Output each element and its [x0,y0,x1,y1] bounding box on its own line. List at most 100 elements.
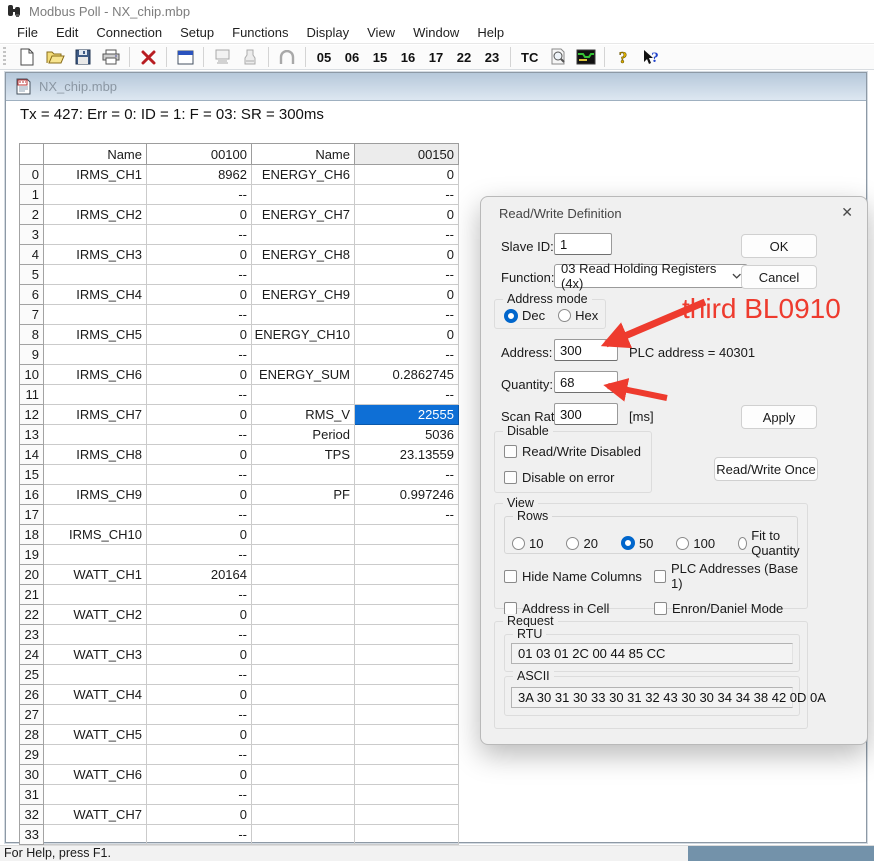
grid-cell[interactable]: ENERGY_SUM [252,365,355,385]
row-header-cell[interactable]: 17 [20,505,44,525]
radio-fit-to-quantity[interactable]: Fit to Quantity [738,528,803,558]
grid-cell[interactable]: WATT_CH3 [44,645,147,665]
grid-cell[interactable] [44,505,147,525]
grid-cell[interactable] [252,685,355,705]
help-icon[interactable]: ? [612,46,634,68]
grid-cell[interactable] [252,185,355,205]
grid-cell[interactable]: 0 [147,725,252,745]
grid-cell[interactable] [355,825,459,845]
grid-cell[interactable]: -- [355,265,459,285]
row-header-cell[interactable]: 12 [20,405,44,425]
row-header-cell[interactable]: 24 [20,645,44,665]
menu-item-edit[interactable]: Edit [47,23,87,42]
row-header-cell[interactable]: 22 [20,605,44,625]
grid-cell[interactable] [44,425,147,445]
grid-cell[interactable]: 0 [147,205,252,225]
grid-cell[interactable]: 8962 [147,165,252,185]
row-header-cell[interactable]: 1 [20,185,44,205]
grid-cell[interactable]: -- [355,465,459,485]
grid-cell[interactable]: 0 [147,485,252,505]
grid-cell[interactable]: 0 [147,645,252,665]
display-definition-icon[interactable] [174,46,196,68]
menu-item-connection[interactable]: Connection [87,23,171,42]
grid-cell[interactable]: 0 [147,525,252,545]
grid-cell[interactable]: IRMS_CH8 [44,445,147,465]
grid-cell[interactable]: IRMS_CH2 [44,205,147,225]
grid-cell[interactable] [355,805,459,825]
row-header-cell[interactable]: 0 [20,165,44,185]
grid-cell[interactable]: WATT_CH4 [44,685,147,705]
row-header-cell[interactable]: 18 [20,525,44,545]
grid-cell[interactable] [44,465,147,485]
grid-cell[interactable]: 0.2862745 [355,365,459,385]
grid-cell[interactable]: 0 [355,325,459,345]
grid-cell[interactable] [252,345,355,365]
grid-cell[interactable]: IRMS_CH3 [44,245,147,265]
radio-20[interactable]: 20 [566,528,597,558]
function-15-button[interactable]: 15 [369,50,391,65]
toolbar-grip[interactable] [3,47,6,67]
grid-cell[interactable]: 23.13559 [355,445,459,465]
grid-cell[interactable] [44,625,147,645]
grid-cell[interactable] [44,185,147,205]
row-header-cell[interactable]: 31 [20,785,44,805]
grid-cell[interactable]: -- [147,425,252,445]
apply-button[interactable]: Apply [741,405,817,429]
grid-col-header[interactable] [20,144,44,165]
menu-item-view[interactable]: View [358,23,404,42]
row-header-cell[interactable]: 30 [20,765,44,785]
grid-cell[interactable] [355,545,459,565]
grid-cell[interactable] [355,625,459,645]
grid-cell[interactable]: WATT_CH5 [44,725,147,745]
grid-cell[interactable]: 0 [147,685,252,705]
grid-cell[interactable]: -- [147,345,252,365]
grid-cell[interactable]: -- [147,265,252,285]
grid-cell[interactable]: -- [355,185,459,205]
ok-button[interactable]: OK [741,234,817,258]
function-22-button[interactable]: 22 [453,50,475,65]
row-header-cell[interactable]: 4 [20,245,44,265]
grid-cell[interactable]: ENERGY_CH6 [252,165,355,185]
row-header-cell[interactable]: 21 [20,585,44,605]
grid-cell[interactable] [355,785,459,805]
grid-cell[interactable] [44,345,147,365]
scan-rate-input[interactable] [554,403,618,425]
grid-cell[interactable]: 0 [147,245,252,265]
grid-cell[interactable]: IRMS_CH5 [44,325,147,345]
grid-cell[interactable] [44,585,147,605]
grid-cell[interactable] [252,825,355,845]
grid-col-header[interactable]: Name [252,144,355,165]
grid-cell[interactable] [355,725,459,745]
grid-cell[interactable] [355,585,459,605]
grid-cell[interactable] [355,605,459,625]
grid-cell[interactable]: TPS [252,445,355,465]
grid-cell[interactable] [355,665,459,685]
radio-100[interactable]: 100 [676,528,715,558]
row-header-cell[interactable]: 15 [20,465,44,485]
function-05-button[interactable]: 05 [313,50,335,65]
grid-cell[interactable]: 0 [355,165,459,185]
grid-cell[interactable] [252,525,355,545]
grid-cell[interactable]: 0 [355,245,459,265]
print-icon[interactable] [100,46,122,68]
grid-cell[interactable]: RMS_V [252,405,355,425]
row-header-cell[interactable]: 11 [20,385,44,405]
grid-cell[interactable]: 0 [355,205,459,225]
row-header-cell[interactable]: 6 [20,285,44,305]
grid-col-header[interactable]: 00100 [147,144,252,165]
grid-cell[interactable]: -- [147,305,252,325]
save-icon[interactable] [72,46,94,68]
grid-cell[interactable]: 0 [147,365,252,385]
grid-cell[interactable]: -- [355,385,459,405]
grid-cell[interactable]: ENERGY_CH7 [252,205,355,225]
grid-cell[interactable]: PF [252,485,355,505]
grid-cell[interactable]: 0 [147,805,252,825]
row-header-cell[interactable]: 20 [20,565,44,585]
function-06-button[interactable]: 06 [341,50,363,65]
grid-cell[interactable]: 0.997246 [355,485,459,505]
grid-col-header[interactable]: 00150 [355,144,459,165]
menu-item-window[interactable]: Window [404,23,468,42]
grid-cell[interactable]: Period [252,425,355,445]
grid-cell[interactable] [355,765,459,785]
grid-cell[interactable] [252,545,355,565]
